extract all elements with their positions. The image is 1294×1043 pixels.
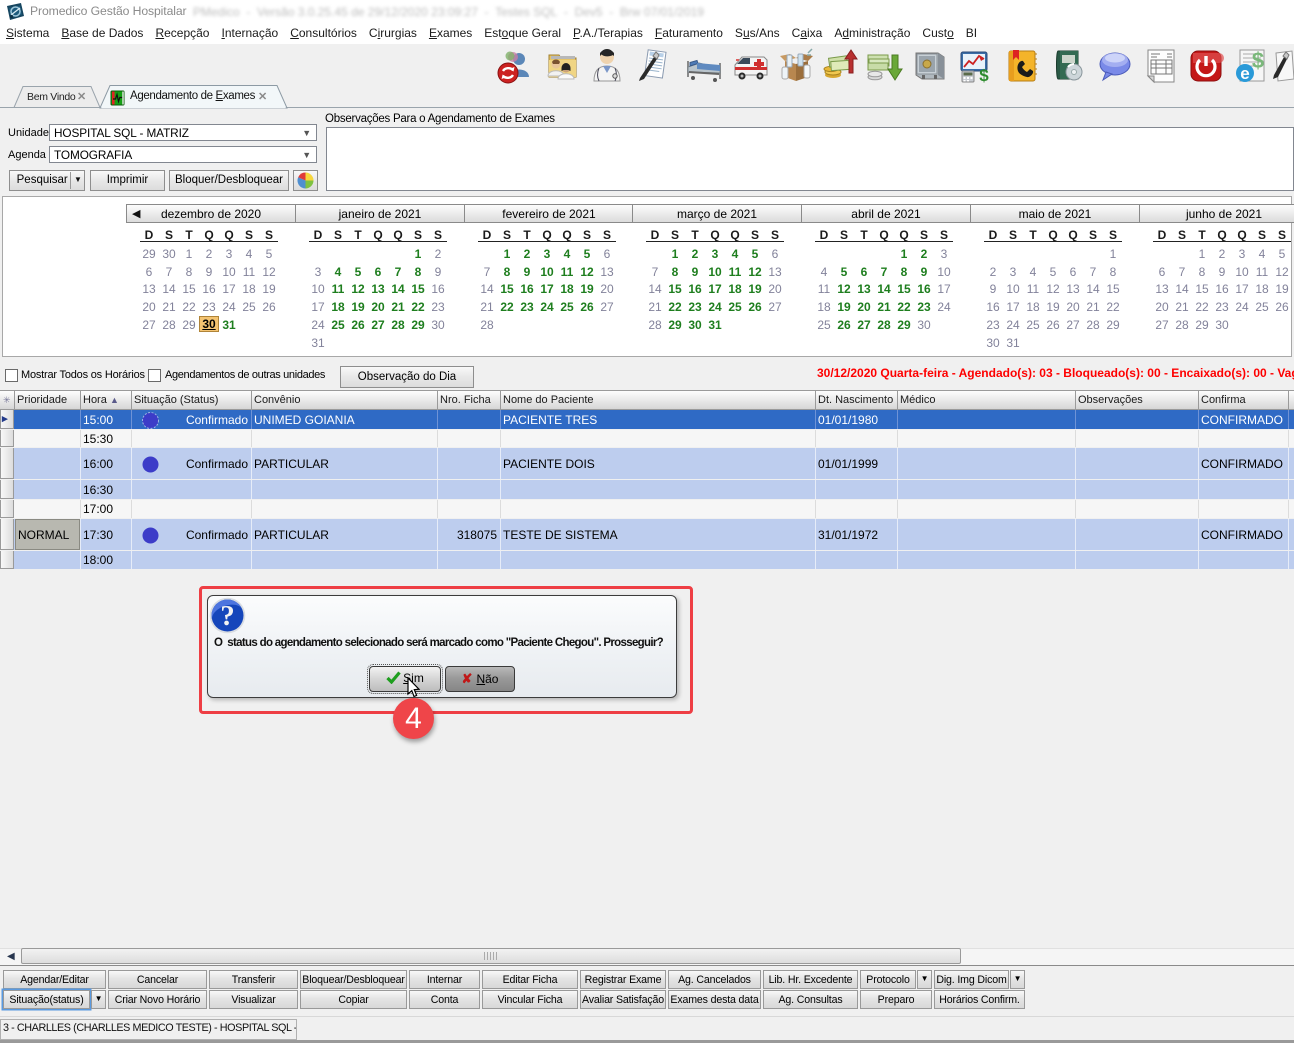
svg-text:?: ? — [220, 600, 235, 632]
svg-text:$: $ — [979, 66, 989, 85]
svg-text:$: $ — [1252, 48, 1264, 73]
svg-text:e: e — [1240, 64, 1249, 83]
